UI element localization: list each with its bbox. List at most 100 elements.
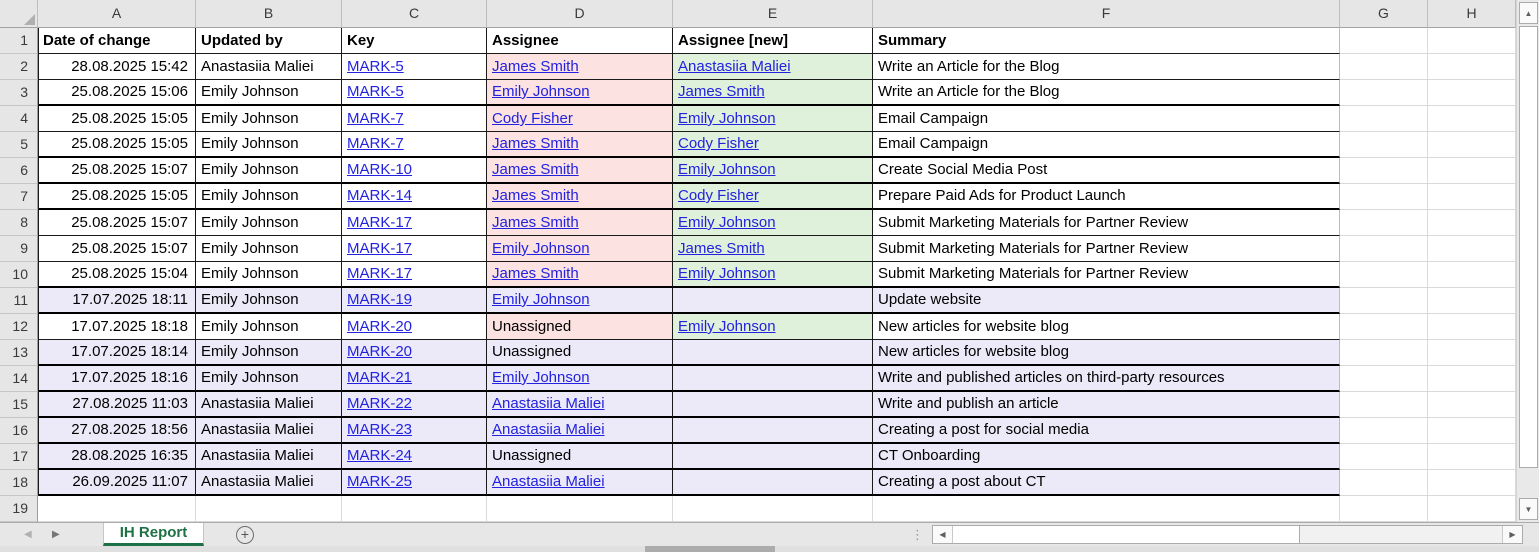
col-header-B[interactable]: B (196, 0, 342, 28)
cell-D8-link[interactable]: James Smith (492, 214, 579, 231)
cell-F9[interactable]: Submit Marketing Materials for Partner R… (873, 236, 1340, 262)
cell-E4-link[interactable]: Emily Johnson (678, 110, 776, 127)
row-header-15[interactable]: 15 (0, 392, 38, 418)
row-header-10[interactable]: 10 (0, 262, 38, 288)
cell-B16[interactable]: Anastasiia Maliei (196, 418, 342, 444)
cell-C2-link[interactable]: MARK-5 (347, 58, 404, 75)
cell-E19[interactable] (673, 496, 873, 522)
cell-B3[interactable]: Emily Johnson (196, 80, 342, 106)
cell-A7[interactable]: 25.08.2025 15:05 (38, 184, 196, 210)
col-header-H[interactable]: H (1428, 0, 1516, 28)
scroll-right-icon[interactable]: ▶ (1502, 526, 1522, 543)
horizontal-scrollbar-thumb[interactable] (953, 526, 1300, 543)
cell-G9[interactable] (1340, 236, 1428, 262)
cell-D15-link[interactable]: Anastasiia Maliei (492, 395, 605, 412)
cell-C11[interactable]: MARK-19 (342, 288, 487, 314)
cell-E8-link[interactable]: Emily Johnson (678, 214, 776, 231)
cell-C19[interactable] (342, 496, 487, 522)
cell-C5[interactable]: MARK-7 (342, 132, 487, 158)
cell-D3-link[interactable]: Emily Johnson (492, 83, 590, 100)
cell-A1[interactable]: Date of change (38, 28, 196, 54)
row-header-7[interactable]: 7 (0, 184, 38, 210)
cell-E1[interactable]: Assignee [new] (673, 28, 873, 54)
cell-D10[interactable]: James Smith (487, 262, 673, 288)
cell-D10-link[interactable]: James Smith (492, 265, 579, 282)
cell-G10[interactable] (1340, 262, 1428, 288)
cell-H1[interactable] (1428, 28, 1516, 54)
cell-F7[interactable]: Prepare Paid Ads for Product Launch (873, 184, 1340, 210)
cell-A9[interactable]: 25.08.2025 15:07 (38, 236, 196, 262)
row-header-14[interactable]: 14 (0, 366, 38, 392)
cell-D2[interactable]: James Smith (487, 54, 673, 80)
cell-H15[interactable] (1428, 392, 1516, 418)
cell-C10-link[interactable]: MARK-17 (347, 265, 412, 282)
cell-D6-link[interactable]: James Smith (492, 161, 579, 178)
cell-G8[interactable] (1340, 210, 1428, 236)
cell-F6[interactable]: Create Social Media Post (873, 158, 1340, 184)
cell-E7[interactable]: Cody Fisher (673, 184, 873, 210)
cell-E8[interactable]: Emily Johnson (673, 210, 873, 236)
row-header-5[interactable]: 5 (0, 132, 38, 158)
cell-B12[interactable]: Emily Johnson (196, 314, 342, 340)
cell-E5[interactable]: Cody Fisher (673, 132, 873, 158)
cell-D11[interactable]: Emily Johnson (487, 288, 673, 314)
cell-D18-link[interactable]: Anastasiia Maliei (492, 473, 605, 490)
row-header-8[interactable]: 8 (0, 210, 38, 236)
cell-A12[interactable]: 17.07.2025 18:18 (38, 314, 196, 340)
row-header-4[interactable]: 4 (0, 106, 38, 132)
row-header-11[interactable]: 11 (0, 288, 38, 314)
cell-B15[interactable]: Anastasiia Maliei (196, 392, 342, 418)
cell-C12[interactable]: MARK-20 (342, 314, 487, 340)
row-header-6[interactable]: 6 (0, 158, 38, 184)
cell-F16[interactable]: Creating a post for social media (873, 418, 1340, 444)
cell-D14-link[interactable]: Emily Johnson (492, 369, 590, 386)
cell-C7[interactable]: MARK-14 (342, 184, 487, 210)
cell-D15[interactable]: Anastasiia Maliei (487, 392, 673, 418)
cell-G15[interactable] (1340, 392, 1428, 418)
row-header-13[interactable]: 13 (0, 340, 38, 366)
cell-D16-link[interactable]: Anastasiia Maliei (492, 421, 605, 438)
cell-E6[interactable]: Emily Johnson (673, 158, 873, 184)
cell-D19[interactable] (487, 496, 673, 522)
cell-C15-link[interactable]: MARK-22 (347, 395, 412, 412)
cell-E10[interactable]: Emily Johnson (673, 262, 873, 288)
cell-E16[interactable] (673, 418, 873, 444)
cell-F2[interactable]: Write an Article for the Blog (873, 54, 1340, 80)
row-header-9[interactable]: 9 (0, 236, 38, 262)
row-header-16[interactable]: 16 (0, 418, 38, 444)
cell-E3-link[interactable]: James Smith (678, 83, 765, 100)
cell-D3[interactable]: Emily Johnson (487, 80, 673, 106)
cell-E5-link[interactable]: Cody Fisher (678, 135, 759, 152)
cell-G13[interactable] (1340, 340, 1428, 366)
cell-C8[interactable]: MARK-17 (342, 210, 487, 236)
cell-H3[interactable] (1428, 80, 1516, 106)
cell-H11[interactable] (1428, 288, 1516, 314)
cell-F3[interactable]: Write an Article for the Blog (873, 80, 1340, 106)
cell-D4-link[interactable]: Cody Fisher (492, 110, 573, 127)
prev-sheet-icon[interactable]: ◀ (24, 523, 32, 546)
cell-C16-link[interactable]: MARK-23 (347, 421, 412, 438)
select-all-button[interactable] (0, 0, 38, 28)
cell-D1[interactable]: Assignee (487, 28, 673, 54)
cell-D9[interactable]: Emily Johnson (487, 236, 673, 262)
cell-C4-link[interactable]: MARK-7 (347, 110, 404, 127)
cell-G6[interactable] (1340, 158, 1428, 184)
col-header-C[interactable]: C (342, 0, 487, 28)
cell-C5-link[interactable]: MARK-7 (347, 135, 404, 152)
cell-G14[interactable] (1340, 366, 1428, 392)
cell-F15[interactable]: Write and publish an article (873, 392, 1340, 418)
scroll-left-icon[interactable]: ◀ (933, 526, 953, 543)
cell-G18[interactable] (1340, 470, 1428, 496)
cell-C3-link[interactable]: MARK-5 (347, 83, 404, 100)
cell-E11[interactable] (673, 288, 873, 314)
cell-F19[interactable] (873, 496, 1340, 522)
cell-H18[interactable] (1428, 470, 1516, 496)
cell-H8[interactable] (1428, 210, 1516, 236)
col-header-E[interactable]: E (673, 0, 873, 28)
cell-D11-link[interactable]: Emily Johnson (492, 291, 590, 308)
cell-E6-link[interactable]: Emily Johnson (678, 161, 776, 178)
cell-G17[interactable] (1340, 444, 1428, 470)
cell-A17[interactable]: 28.08.2025 16:35 (38, 444, 196, 470)
cell-C11-link[interactable]: MARK-19 (347, 291, 412, 308)
cell-H19[interactable] (1428, 496, 1516, 522)
